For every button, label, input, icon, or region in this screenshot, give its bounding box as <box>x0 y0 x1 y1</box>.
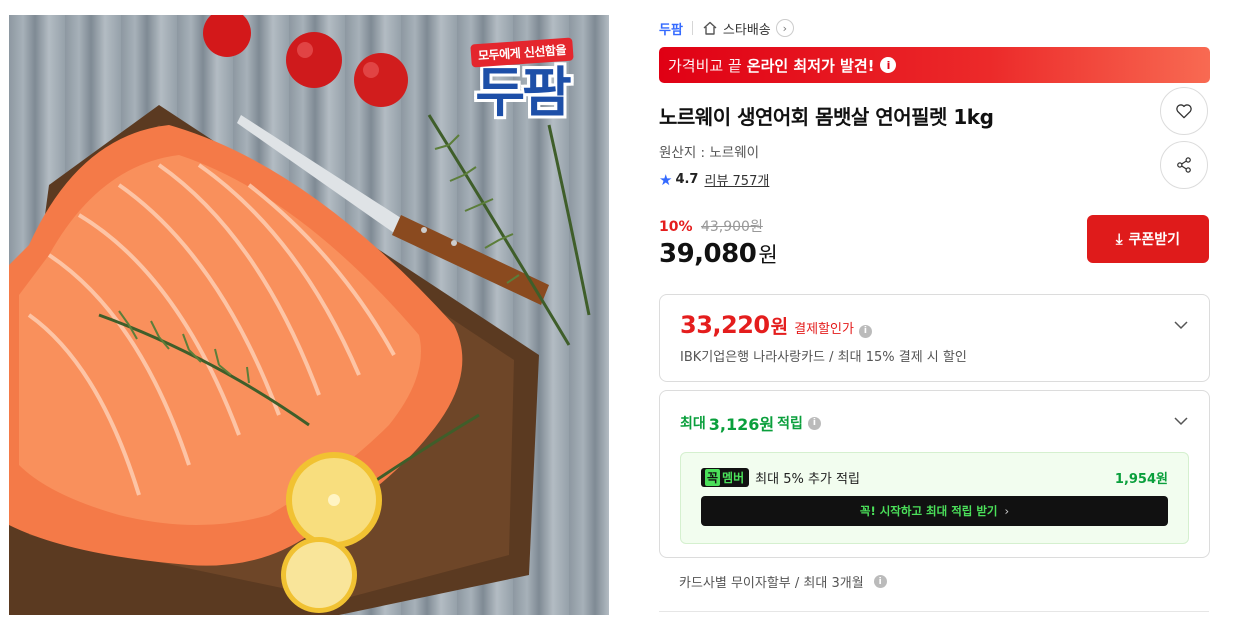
coupon-download-button[interactable]: ⤓ 쿠폰받기 <box>1087 215 1209 263</box>
share-button[interactable] <box>1160 141 1208 189</box>
membership-badge-k: 꼭 <box>705 469 721 486</box>
title-section: 노르웨이 생연어회 몸뱃살 연어필렛 1kg 원산지 : 노르웨이 ★ 4.7 … <box>659 87 1210 190</box>
installment-text: 카드사별 무이자할부 / 최대 3개월 <box>679 576 864 591</box>
membership-badge: 꼭 멤버 <box>701 468 750 487</box>
info-icon[interactable]: i <box>880 57 897 73</box>
heart-icon <box>1176 104 1192 119</box>
card-discount-price-line: 33,220 원 결제할인가 i <box>680 311 1189 339</box>
brand-logo: 두팜 <box>475 61 571 124</box>
chevron-down-icon[interactable] <box>1173 317 1189 333</box>
breadcrumb-divider <box>691 21 693 35</box>
product-origin: 원산지 : 노르웨이 <box>659 145 760 161</box>
membership-badge-m: 멤버 <box>722 471 745 485</box>
membership-text: 최대 5% 추가 적립 <box>755 472 860 487</box>
section-divider <box>659 611 1209 612</box>
promo-bold-text: 온라인 최저가 발견! <box>746 56 875 75</box>
chevron-right-icon: › <box>1004 504 1010 518</box>
home-icon <box>703 21 717 35</box>
lowest-price-banner[interactable]: 가격비교 끝 온라인 최저가 발견! i <box>659 47 1210 83</box>
download-icon: ⤓ <box>1115 230 1123 248</box>
coupon-label: 쿠폰받기 <box>1128 232 1181 248</box>
card-discount-box[interactable]: 33,220 원 결제할인가 i IBK기업은행 나라사랑카드 / 최대 15%… <box>659 294 1210 382</box>
rating-score: 4.7 <box>675 172 699 187</box>
shop-link[interactable]: 두팜 <box>659 19 683 38</box>
original-price: 43,900원 <box>700 219 763 235</box>
card-discount-price: 33,220 <box>680 311 770 339</box>
sale-price-unit: 원 <box>758 243 778 267</box>
product-image[interactable]: 모두에게 신선함을 두팜 <box>9 15 609 615</box>
sale-price-value: 39,080 <box>659 239 757 269</box>
share-icon <box>1177 157 1191 173</box>
star-icon: ★ <box>659 170 673 189</box>
rating-row: ★ 4.7 리뷰 757개 <box>659 170 1210 190</box>
chevron-down-icon[interactable] <box>1173 413 1189 429</box>
price-section: 10% 43,900원 39,080원 ⤓ 쿠폰받기 <box>659 215 1210 276</box>
info-icon[interactable]: i <box>858 324 872 338</box>
membership-bonus: 1,954원 <box>1114 472 1168 487</box>
chevron-right-icon[interactable]: › <box>775 19 794 37</box>
membership-promo: 꼭 멤버 최대 5% 추가 적립 1,954원 꼭! 시작하고 최대 적립 받기 … <box>680 452 1189 544</box>
membership-start-button[interactable]: 꼭! 시작하고 최대 적립 받기 › <box>701 496 1168 526</box>
discount-rate: 10% <box>659 219 693 235</box>
points-suffix: 적립 <box>777 416 803 432</box>
promo-light-text: 가격비교 끝 <box>668 56 742 75</box>
points-box: 최대 3,126원 적립 i 꼭 멤버 최대 5% 추가 적립 1,954원 꼭!… <box>659 390 1210 558</box>
card-discount-unit: 원 <box>770 316 789 338</box>
info-icon[interactable]: i <box>873 575 887 588</box>
membership-cta-label: 꼭! 시작하고 최대 적립 받기 <box>859 504 998 518</box>
points-amount: 3,126원 <box>708 415 775 434</box>
points-prefix: 최대 <box>680 416 706 432</box>
product-info: 두팜 스타배송 › 가격비교 끝 온라인 최저가 발견! i 노르웨이 생연어회… <box>659 14 1210 591</box>
info-icon[interactable]: i <box>807 416 821 430</box>
membership-row: 꼭 멤버 최대 5% 추가 적립 1,954원 <box>701 468 1168 487</box>
card-discount-description: IBK기업은행 나라사랑카드 / 최대 15% 결제 시 할인 <box>680 350 967 365</box>
installment-info: 카드사별 무이자할부 / 최대 3개월 i <box>659 572 1210 591</box>
brand-badge: 모두에게 신선함을 두팜 <box>461 37 583 124</box>
review-link[interactable]: 리뷰 757개 <box>704 170 769 189</box>
wishlist-button[interactable] <box>1160 87 1208 135</box>
delivery-type-link[interactable]: 스타배송 <box>723 19 771 38</box>
points-line: 최대 3,126원 적립 i <box>680 411 1189 435</box>
breadcrumb: 두팜 스타배송 › <box>659 14 1210 42</box>
card-discount-label: 결제할인가 <box>794 322 854 337</box>
product-title: 노르웨이 생연어회 몸뱃살 연어필렛 1kg <box>659 105 994 129</box>
